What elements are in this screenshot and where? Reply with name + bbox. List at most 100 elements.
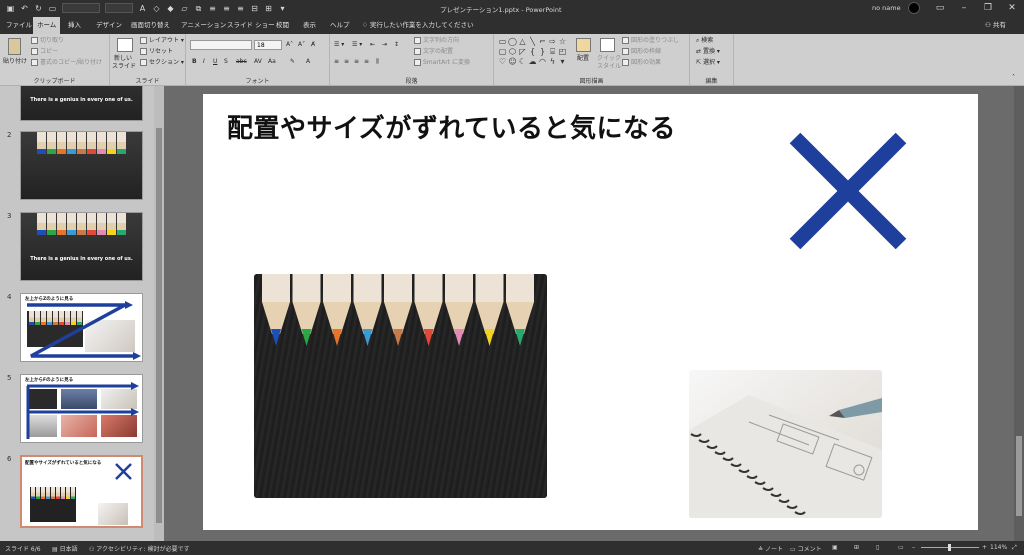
copy-button[interactable]: コピー [31,48,58,56]
cylinder-shape-icon[interactable]: ⌸ [548,47,557,56]
notes-button[interactable]: ≙ ノート [758,544,783,553]
shape-outline-button[interactable]: 図形の枠線 [622,48,661,56]
slideshow-view-icon[interactable]: ▭ [898,544,904,551]
align-left-para-icon[interactable]: ≡ [334,58,339,66]
clear-format-icon[interactable]: A̸ [311,41,315,49]
collapse-ribbon-icon[interactable]: ˄ [1012,74,1015,82]
reset-button[interactable]: リセット [140,48,173,56]
cloud-shape-icon[interactable]: ☁ [528,57,537,66]
font-size-combo[interactable]: 18 [254,40,282,50]
brace-shape-icon[interactable]: { [528,47,537,56]
zoom-out-icon[interactable]: – [912,544,915,551]
layout-button[interactable]: レイアウト ▾ [140,37,184,45]
find-button[interactable]: ⌕ 検索 [696,37,713,45]
zoom-slider[interactable] [921,544,979,551]
columns-icon[interactable]: ⫼ [376,58,379,66]
slide-sorter-icon[interactable]: ⊞ [854,544,859,551]
zoom-level[interactable]: 114% [990,544,1007,551]
new-slide-line1[interactable]: 新しい [114,55,132,63]
qat-size-combo[interactable] [105,3,133,13]
restore-icon[interactable]: ❐ [980,2,996,14]
distribute-icon[interactable]: ⊟ [250,4,259,13]
increase-indent-icon[interactable]: ⇥ [382,41,387,49]
paste-icon[interactable] [8,38,21,55]
paste-button[interactable]: 貼り付け [3,58,27,66]
section-button[interactable]: セクション ▾ [140,59,184,67]
moon-shape-icon[interactable]: ☾ [518,57,527,66]
heart-shape-icon[interactable]: ♡ [498,57,507,66]
quick-styles-line2[interactable]: スタイル [597,63,621,71]
thumbnail-2-slide[interactable] [20,131,143,200]
rounded-rect-shape-icon[interactable]: ▢ [498,47,507,56]
thumbnail-1-slide[interactable]: There is a genius in every one of us. [20,86,143,121]
strikethrough-button[interactable]: abc [236,58,247,66]
qat-font-combo[interactable] [62,3,100,13]
highlight-icon[interactable]: ✎ [290,58,295,66]
star-shape-icon[interactable]: ☆ [558,37,567,46]
editor-scrollbar-thumb[interactable] [1016,436,1022,516]
slide-editor[interactable]: 配置やサイズがずれていると気になる [164,86,1014,541]
redo-icon[interactable]: ↻ [34,4,43,13]
minimize-icon[interactable]: – [956,2,972,14]
shrink-font-icon[interactable]: A˅ [298,41,305,49]
tab-insert[interactable]: 挿入 [64,17,85,34]
shapes-icon[interactable]: ◇ [152,4,161,13]
avatar[interactable] [908,2,920,14]
thumbnail-4-slide[interactable]: 左上からZのように見る [20,293,143,362]
decrease-indent-icon[interactable]: ⇤ [370,41,375,49]
close-icon[interactable]: ✕ [1004,2,1020,14]
normal-view-icon[interactable]: ▣ [832,544,838,551]
cut-button[interactable]: 切り取り [31,37,64,45]
shape-fill-icon[interactable]: ◆ [166,4,175,13]
rectangle-shape-icon[interactable]: ▭ [498,37,507,46]
zoom-in-icon[interactable]: + [982,544,987,551]
smiley-shape-icon[interactable]: ☺ [508,57,517,66]
tab-design[interactable]: デザイン [92,17,126,34]
thumbnail-6-slide[interactable]: 配置やサイズがずれていると気になる [20,455,143,528]
start-slideshow-icon[interactable]: ▭ [48,4,57,13]
arc-shape-icon[interactable]: ◠ [538,57,547,66]
text-direction-button[interactable]: 文字列の方向 [414,37,459,45]
thumbnail-scrollbar-thumb[interactable] [156,128,162,523]
accessibility-status[interactable]: ⚇ アクセシビリティ: 検討が必要です [89,544,190,553]
triangle-shape-icon[interactable]: △ [518,37,527,46]
current-slide[interactable]: 配置やサイズがずれていると気になる [203,94,978,530]
user-name[interactable]: no name [872,4,901,12]
editor-scrollbar[interactable] [1014,86,1024,541]
bold-button[interactable]: B [192,58,197,66]
char-spacing-icon[interactable]: AV [254,58,262,66]
shape-fill-button[interactable]: 図形の塗りつぶし [622,37,679,45]
new-slide-icon[interactable] [117,38,133,52]
ribbon-display-icon[interactable]: ▭ [932,2,948,14]
tab-transitions[interactable]: 画面切り替え [127,17,174,34]
notebook-photo[interactable] [689,370,882,518]
font-color-button-icon[interactable]: A [306,58,310,66]
brace-right-shape-icon[interactable]: } [538,47,547,56]
pencils-photo[interactable] [254,274,547,498]
x-mark-shape[interactable] [789,132,907,250]
underline-button[interactable]: U [213,58,217,66]
justify-icon[interactable]: ≡ [364,58,369,66]
cube-shape-icon[interactable]: ◰ [558,47,567,56]
numbering-icon[interactable]: ☰ ▾ [352,41,362,49]
align-center-icon[interactable]: ≡ [222,4,231,13]
oval-shape-icon[interactable]: ◯ [508,37,517,46]
shape-effects-button[interactable]: 図形の効果 [622,59,661,67]
elbow-shape-icon[interactable]: ⌐ [538,37,547,46]
replace-button[interactable]: ⇄ 置換 ▾ [696,48,720,56]
proofing-language[interactable]: ▤ 日本語 [52,544,78,553]
tab-slideshow[interactable]: スライド ショー [223,17,279,34]
new-slide-line2[interactable]: スライド [112,63,136,71]
shadow-button[interactable]: S [224,58,228,66]
align-text-button[interactable]: 文字の配置 [414,48,453,56]
align-left-icon[interactable]: ≡ [208,4,217,13]
tab-help[interactable]: ヘルプ [326,17,354,34]
customize-qat-icon[interactable]: ▾ [278,4,287,13]
font-color-icon[interactable]: A [138,4,147,13]
change-case-icon[interactable]: Aa [268,58,276,66]
quick-styles-icon[interactable] [600,38,615,52]
slide-thumbnail-pane[interactable]: There is a genius in every one of us. 2 … [0,86,164,541]
undo-icon[interactable]: ↶ [20,4,29,13]
tab-review[interactable]: 校閲 [272,17,293,34]
group-icon[interactable]: ⊞ [264,4,273,13]
